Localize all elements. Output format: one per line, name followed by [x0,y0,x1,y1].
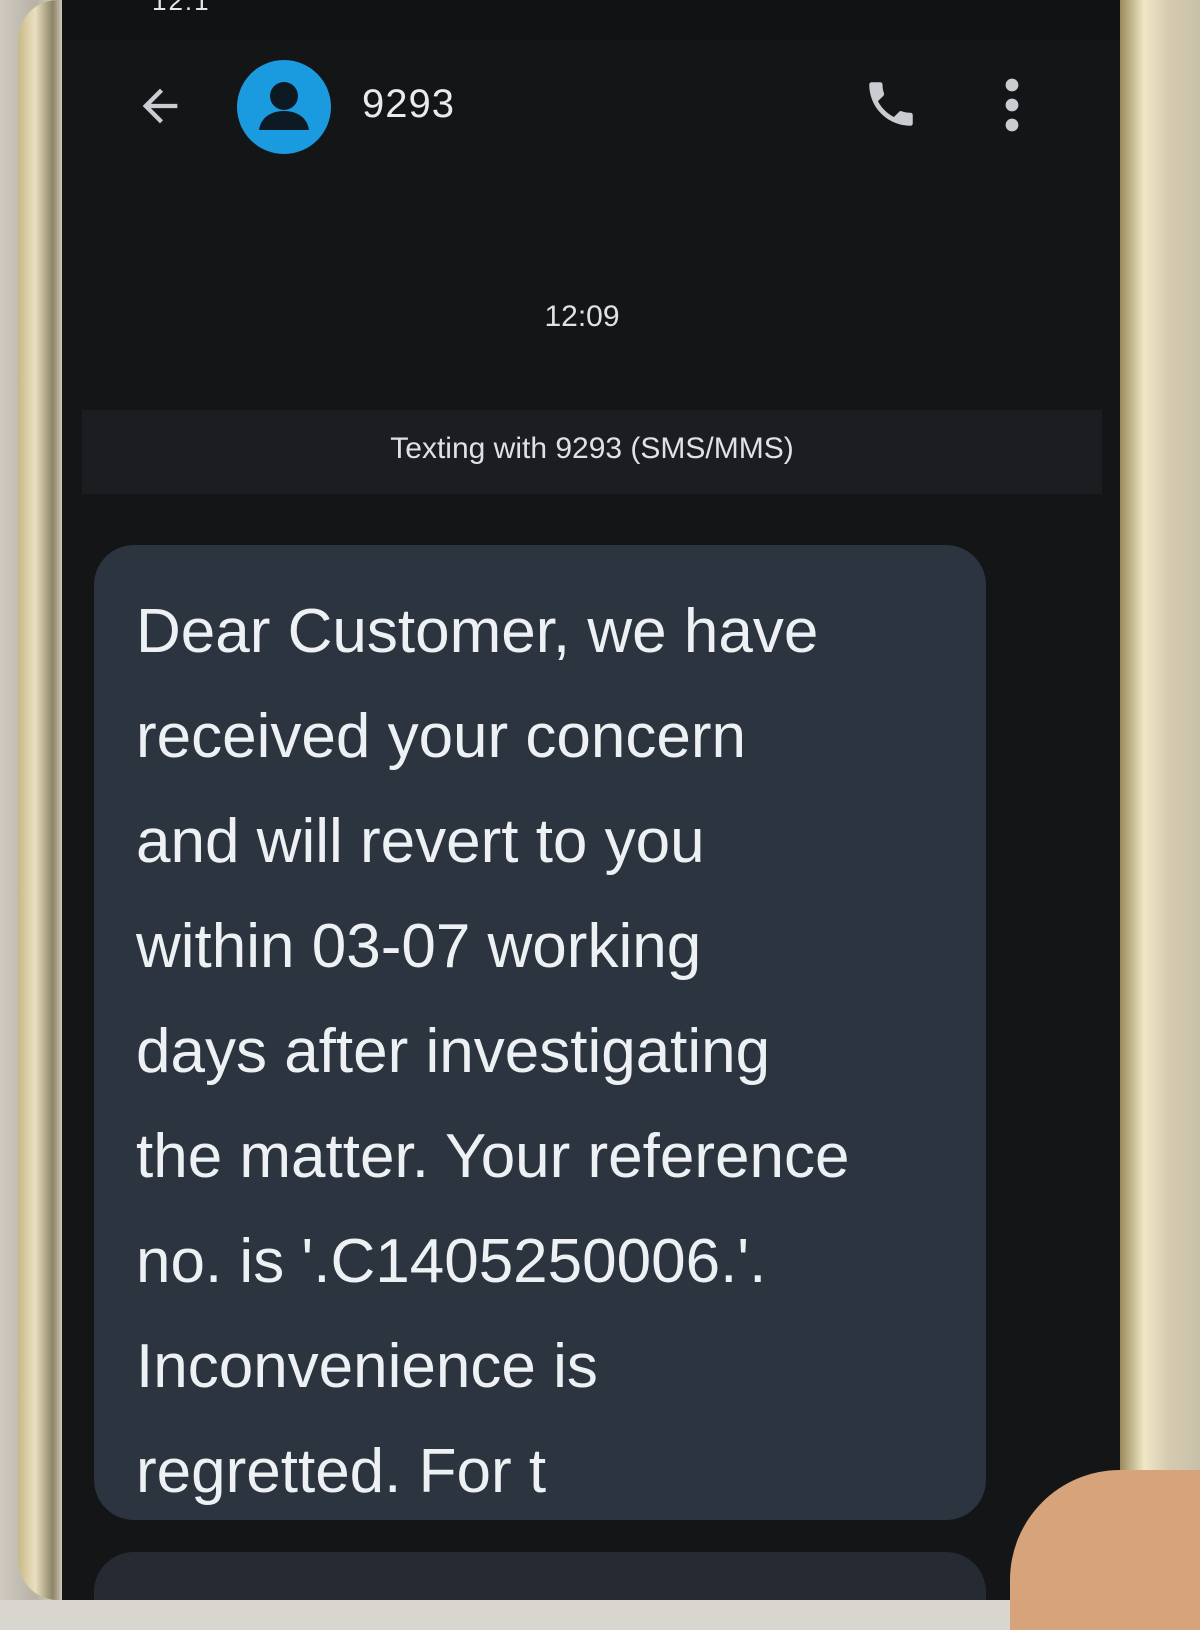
arrow-left-icon[interactable] [134,80,186,132]
sms-info-banner: Texting with 9293 (SMS/MMS) [82,410,1102,494]
more-vert-icon[interactable] [992,75,1032,135]
sms-info-text: Texting with 9293 (SMS/MMS) [390,432,794,465]
phone-case-edge [1120,0,1200,1600]
message-text: Dear Customer, we have received your con… [136,597,850,1506]
message-timestamp: 12:09 [544,300,620,333]
contact-title: 9293 [362,82,455,126]
phone-icon[interactable] [862,75,920,133]
conversation-header [62,40,1120,180]
contact-avatar[interactable] [237,60,331,154]
incoming-message-bubble[interactable]: Dear Customer, we have received your con… [94,545,986,1520]
next-message-bubble[interactable] [94,1552,986,1600]
phone-screen: 12:1 9293 12:09 Texting with 9293 (SMS/M… [62,0,1120,1600]
status-bar-time: 12:1 [152,0,211,16]
person-avatar-icon [259,82,309,130]
